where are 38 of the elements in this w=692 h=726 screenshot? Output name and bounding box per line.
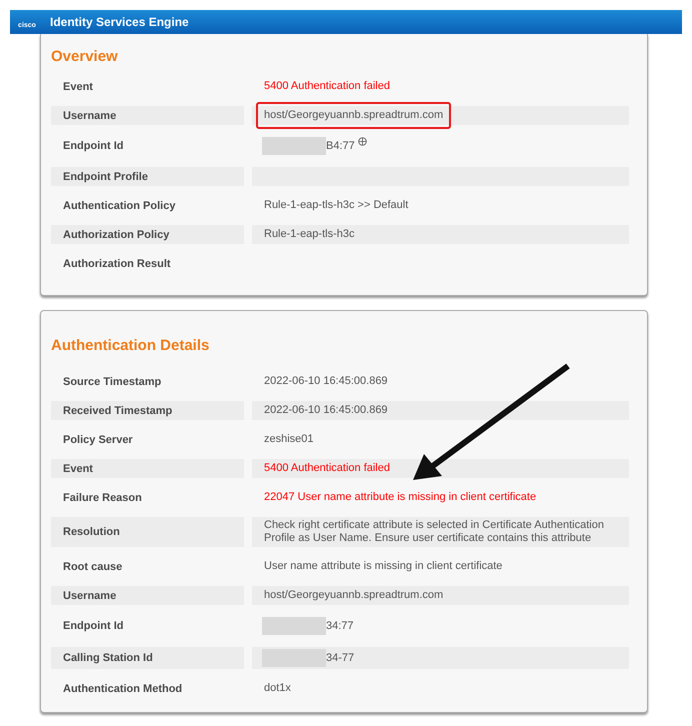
- field-label: Event: [63, 462, 93, 474]
- section-title: Overview: [51, 48, 119, 65]
- field-label: Endpoint Id: [63, 140, 124, 152]
- field-label: Received Timestamp: [63, 404, 172, 416]
- field-value: User name attribute is missing in client certificate: [264, 560, 502, 573]
- field-label: Calling Station Id: [63, 652, 153, 664]
- field-value: dot1x: [264, 682, 291, 695]
- field-value: 5400 Authentication failed: [264, 462, 390, 475]
- field-label: Authorization Policy: [63, 228, 170, 240]
- field-label: Root cause: [63, 560, 122, 572]
- field-label: Policy Server: [63, 434, 133, 446]
- field-value: 22047 User name attribute is missing in client certificate: [264, 491, 536, 504]
- field-label: Source Timestamp: [63, 376, 162, 388]
- field-value: 2022-06-10 16:45:00.869: [264, 404, 388, 417]
- field-value: Rule-1-eap-tls-h3c >> Default: [264, 199, 408, 212]
- field-value: host/Georgeyuannb.spreadtrum.com: [264, 109, 444, 122]
- field-value: zeshise01: [264, 433, 314, 446]
- field-label: Endpoint Id: [63, 620, 124, 632]
- app-title: Identity Services Engine: [50, 15, 189, 29]
- field-label: Resolution: [63, 526, 120, 538]
- field-label: Authentication Policy: [63, 200, 176, 212]
- field-value: B4:77: [326, 140, 355, 152]
- field-value: 34:77: [326, 620, 354, 632]
- field-label: Username: [63, 110, 116, 122]
- field-label: Event: [63, 80, 93, 92]
- field-value: 34-77: [326, 652, 354, 664]
- field-value: host/Georgeyuannb.spreadtrum.com: [264, 589, 444, 602]
- globe-icon[interactable]: [358, 137, 367, 146]
- field-label: Failure Reason: [63, 492, 142, 504]
- field-label: Endpoint Profile: [63, 170, 148, 182]
- field-label: Authorization Result: [63, 258, 171, 270]
- field-label: Username: [63, 590, 116, 602]
- field-value: 2022-06-10 16:45:00.869: [264, 375, 388, 388]
- field-value: 5400 Authentication failed: [264, 80, 390, 93]
- field-label: Authentication Method: [63, 682, 182, 694]
- field-value: Rule-1-eap-tls-h3c: [264, 228, 354, 241]
- section-title: Authentication Details: [51, 337, 210, 354]
- field-value: Check right certificate attribute is selected in Certificate Authentication Profile as User Name. Ensure user certificate contains this attribute: [264, 519, 605, 545]
